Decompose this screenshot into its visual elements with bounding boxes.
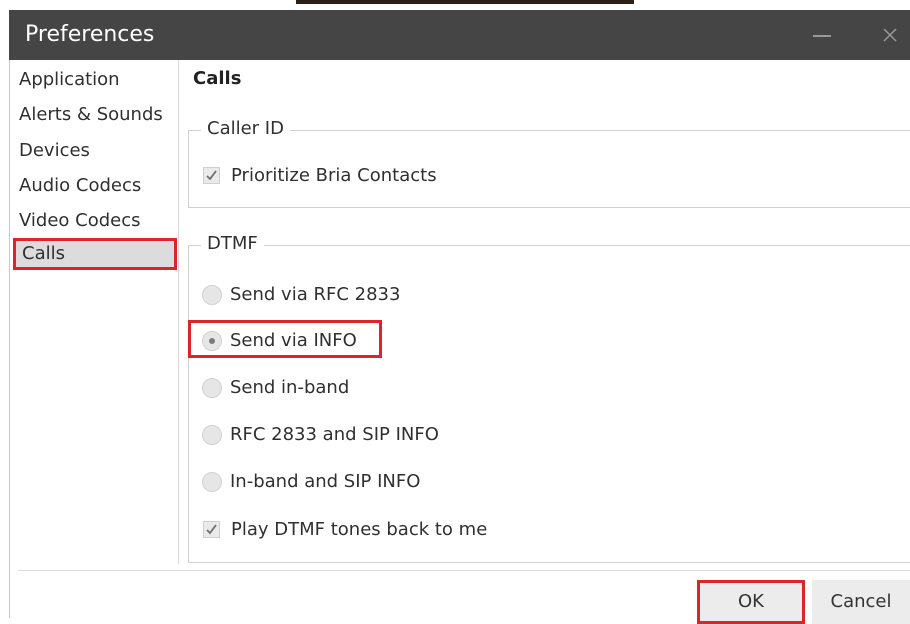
sidebar-item-alerts-sounds[interactable]: Alerts & Sounds: [19, 99, 187, 131]
prioritize-contacts-label: Prioritize Bria Contacts: [231, 165, 437, 186]
dtmf-legend: DTMF: [201, 233, 264, 254]
radio-label: Send via RFC 2833: [230, 284, 401, 305]
radio-inband-sip-info[interactable]: In-band and SIP INFO: [202, 467, 462, 497]
sidebar-item-video-codecs[interactable]: Video Codecs: [19, 205, 187, 237]
background-strip: [296, 0, 634, 4]
ok-button[interactable]: OK: [697, 580, 805, 624]
footer-divider: [18, 570, 910, 571]
radio-button[interactable]: [202, 472, 222, 492]
radio-button-selected[interactable]: [202, 331, 222, 351]
checkmark-icon: [206, 524, 217, 535]
close-button[interactable]: [875, 20, 905, 50]
cancel-button[interactable]: Cancel: [812, 580, 910, 624]
radio-send-in-band[interactable]: Send in-band: [202, 373, 402, 403]
radio-button[interactable]: [202, 285, 222, 305]
radio-rfc2833-sip-info[interactable]: RFC 2833 and SIP INFO: [202, 420, 482, 450]
checkmark-icon: [206, 170, 217, 181]
page-title: Calls: [193, 68, 242, 89]
prioritize-contacts-checkbox[interactable]: [203, 167, 220, 184]
title-bar[interactable]: Preferences: [9, 10, 910, 60]
prioritize-contacts-checkbox-row[interactable]: Prioritize Bria Contacts: [203, 161, 503, 191]
play-dtmf-tones-label: Play DTMF tones back to me: [231, 519, 488, 540]
radio-send-rfc2833[interactable]: Send via RFC 2833: [202, 280, 462, 310]
sidebar-divider: [178, 60, 179, 564]
minimize-icon: [813, 35, 831, 37]
sidebar-item-application[interactable]: Application: [19, 64, 187, 96]
sidebar-item-devices[interactable]: Devices: [19, 135, 187, 167]
sidebar: Application Alerts & Sounds Devices Audi…: [10, 60, 178, 570]
window-title: Preferences: [25, 22, 155, 47]
play-dtmf-tones-checkbox-row[interactable]: Play DTMF tones back to me: [203, 515, 523, 545]
play-dtmf-tones-checkbox[interactable]: [203, 521, 220, 538]
minimize-button[interactable]: [809, 22, 839, 48]
sidebar-item-calls[interactable]: Calls: [13, 238, 177, 270]
radio-label: In-band and SIP INFO: [230, 471, 421, 492]
radio-dot-icon: [209, 338, 215, 344]
radio-button[interactable]: [202, 425, 222, 445]
radio-button[interactable]: [202, 378, 222, 398]
caller-id-legend: Caller ID: [201, 118, 290, 139]
radio-label: Send in-band: [230, 377, 350, 398]
close-icon: [883, 28, 897, 42]
radio-send-via-info[interactable]: Send via INFO: [202, 326, 382, 356]
radio-label: Send via INFO: [230, 330, 357, 351]
radio-label: RFC 2833 and SIP INFO: [230, 424, 439, 445]
sidebar-item-audio-codecs[interactable]: Audio Codecs: [19, 170, 187, 202]
